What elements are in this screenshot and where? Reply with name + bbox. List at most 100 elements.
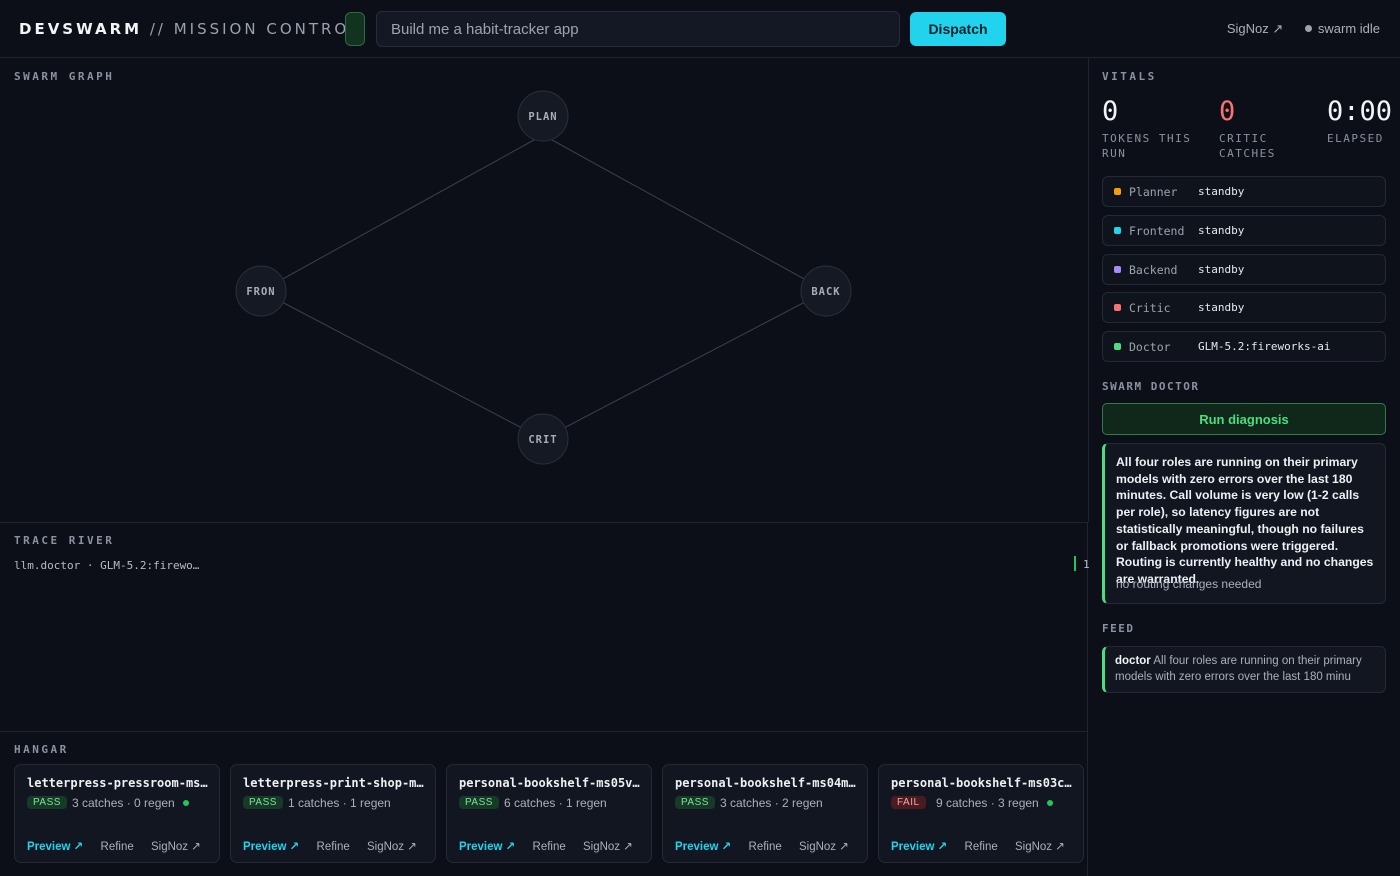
trace-river-label: TRACE RIVER — [14, 534, 115, 547]
trace-river-panel: TRACE RIVER llm.doctor · GLM-5.2:firewo…… — [0, 522, 1090, 731]
project-card[interactable]: personal-bookshelf-ms03c8… FAIL 9 catche… — [878, 764, 1084, 863]
app-title: DEVSWARM // MISSION CONTROL — [19, 20, 361, 38]
swarm-status-text: swarm idle — [1317, 21, 1380, 36]
status-pill-indicator — [345, 12, 365, 46]
node-critic[interactable]: CRIT — [517, 413, 569, 465]
project-stats: 1 catches · 1 regen — [288, 796, 391, 810]
role-status: standby — [1198, 185, 1245, 198]
tokens-label: TOKENS THIS RUN — [1102, 131, 1191, 161]
hangar-panel: HANGAR letterpress-pressroom-ms0… PASS 3… — [0, 731, 1088, 876]
card-actions: Preview ↗ Refine SigNoz ↗ — [675, 839, 849, 853]
refine-button[interactable]: Refine — [317, 841, 350, 853]
status-badge: PASS — [27, 796, 67, 809]
node-frontend[interactable]: FRON — [235, 265, 287, 317]
status-badge: PASS — [459, 796, 499, 809]
refine-button[interactable]: Refine — [101, 841, 134, 853]
status-badge: FAIL — [891, 796, 926, 809]
role-row-planner[interactable]: Planner standby — [1102, 176, 1386, 207]
role-name: Planner — [1129, 185, 1178, 199]
critic-label-line1: CRITIC — [1219, 132, 1268, 145]
tokens-value: 0 — [1102, 96, 1119, 127]
role-color-icon — [1114, 188, 1121, 195]
role-row-frontend[interactable]: Frontend standby — [1102, 215, 1386, 246]
signoz-link[interactable]: SigNoz ↗ — [583, 841, 633, 853]
role-row-critic[interactable]: Critic standby — [1102, 292, 1386, 323]
signoz-link[interactable]: SigNoz ↗ — [799, 841, 849, 853]
role-color-icon — [1114, 304, 1121, 311]
role-status: standby — [1198, 301, 1245, 314]
signoz-link[interactable]: SigNoz ↗ — [367, 841, 417, 853]
swarm-status: swarm idle — [1304, 21, 1380, 36]
project-title: personal-bookshelf-ms03c8… — [891, 776, 1073, 790]
signoz-link[interactable]: SigNoz ↗ — [1015, 841, 1065, 853]
tokens-label-line2: RUN — [1102, 147, 1127, 160]
dispatch-button[interactable]: Dispatch — [910, 12, 1006, 46]
project-card[interactable]: personal-bookshelf-ms04mc… PASS 3 catche… — [662, 764, 868, 863]
role-name: Doctor — [1129, 340, 1171, 354]
status-dot-icon — [1304, 25, 1312, 32]
prompt-input[interactable] — [376, 11, 900, 47]
edge-backend-critic — [542, 290, 827, 440]
card-actions: Preview ↗ Refine SigNoz ↗ — [459, 839, 633, 853]
status-badge: PASS — [675, 796, 715, 809]
role-status: GLM-5.2:fireworks-ai — [1198, 340, 1331, 353]
feed-author: doctor — [1115, 655, 1151, 667]
role-name: Frontend — [1129, 224, 1185, 238]
project-card[interactable]: letterpress-print-shop-ms… PASS 1 catche… — [230, 764, 436, 863]
status-badge: PASS — [243, 796, 283, 809]
project-stats: 9 catches · 3 regen — [936, 796, 1053, 810]
run-diagnosis-button[interactable]: Run diagnosis — [1102, 403, 1386, 435]
signoz-link[interactable]: SigNoz ↗ — [1227, 21, 1283, 36]
project-stats-text: 3 catches · 0 regen — [72, 796, 175, 810]
refine-button[interactable]: Refine — [749, 841, 782, 853]
project-stats-text: 1 catches · 1 regen — [288, 796, 391, 810]
node-plan-label: PLAN — [528, 111, 557, 123]
preview-link[interactable]: Preview ↗ — [891, 841, 947, 853]
top-bar: DEVSWARM // MISSION CONTROL Dispatch Sig… — [0, 0, 1400, 58]
feed-label: FEED — [1102, 622, 1135, 635]
project-title: letterpress-print-shop-ms… — [243, 776, 425, 790]
project-card[interactable]: personal-bookshelf-ms05vf… PASS 6 catche… — [446, 764, 652, 863]
preview-link[interactable]: Preview ↗ — [459, 841, 515, 853]
preview-link[interactable]: Preview ↗ — [675, 841, 731, 853]
signoz-link[interactable]: SigNoz ↗ — [151, 841, 201, 853]
feed-item[interactable]: doctor All four roles are running on the… — [1102, 646, 1386, 693]
refine-button[interactable]: Refine — [533, 841, 566, 853]
trace-entry[interactable]: llm.doctor · GLM-5.2:firewo… — [14, 559, 199, 572]
project-stats: 6 catches · 1 regen — [504, 796, 607, 810]
header-right: SigNoz ↗ swarm idle — [1209, 21, 1380, 37]
preview-link[interactable]: Preview ↗ — [243, 841, 299, 853]
role-color-icon — [1114, 227, 1121, 234]
sidebar-panel: VITALS 0 TOKENS THIS RUN 0 CRITIC CATCHES … — [1089, 58, 1400, 876]
role-row-doctor[interactable]: Doctor GLM-5.2:fireworks-ai — [1102, 331, 1386, 362]
swarm-graph-panel: SWARM GRAPH PLAN FRON BACK CRIT — [0, 58, 1089, 522]
elapsed-value: 0:00 — [1327, 96, 1393, 127]
diagnosis-report: All four roles are running on their prim… — [1102, 443, 1386, 604]
role-status: standby — [1198, 224, 1245, 237]
brand-name: DEVSWARM — [19, 20, 143, 38]
swarm-graph: PLAN FRON BACK CRIT — [235, 90, 852, 465]
role-name: Critic — [1129, 301, 1171, 315]
project-title: letterpress-pressroom-ms0… — [27, 776, 209, 790]
role-color-icon — [1114, 266, 1121, 273]
preview-link[interactable]: Preview ↗ — [27, 841, 83, 853]
role-row-backend[interactable]: Backend standby — [1102, 254, 1386, 285]
elapsed-label: ELAPSED — [1327, 132, 1384, 145]
tokens-label-line1: TOKENS THIS — [1102, 132, 1192, 145]
card-actions: Preview ↗ Refine SigNoz ↗ — [243, 839, 417, 853]
diagnosis-verdict: no routing changes needed — [1116, 577, 1262, 591]
edge-frontend-critic — [260, 290, 544, 440]
project-stats: 3 catches · 2 regen — [720, 796, 823, 810]
refine-button[interactable]: Refine — [965, 841, 998, 853]
node-backend[interactable]: BACK — [800, 265, 852, 317]
project-title: personal-bookshelf-ms05vf… — [459, 776, 641, 790]
critic-catches-value: 0 — [1219, 96, 1236, 127]
trace-marker — [1074, 556, 1076, 571]
project-stats-text: 6 catches · 1 regen — [504, 796, 607, 810]
brand-subtitle: // MISSION CONTROL — [142, 20, 361, 38]
vitals-label: VITALS — [1102, 70, 1157, 83]
diagnosis-text: All four roles are running on their prim… — [1116, 455, 1374, 586]
edge-plan-backend — [542, 134, 827, 292]
project-card[interactable]: letterpress-pressroom-ms0… PASS 3 catche… — [14, 764, 220, 863]
node-plan[interactable]: PLAN — [517, 90, 569, 142]
